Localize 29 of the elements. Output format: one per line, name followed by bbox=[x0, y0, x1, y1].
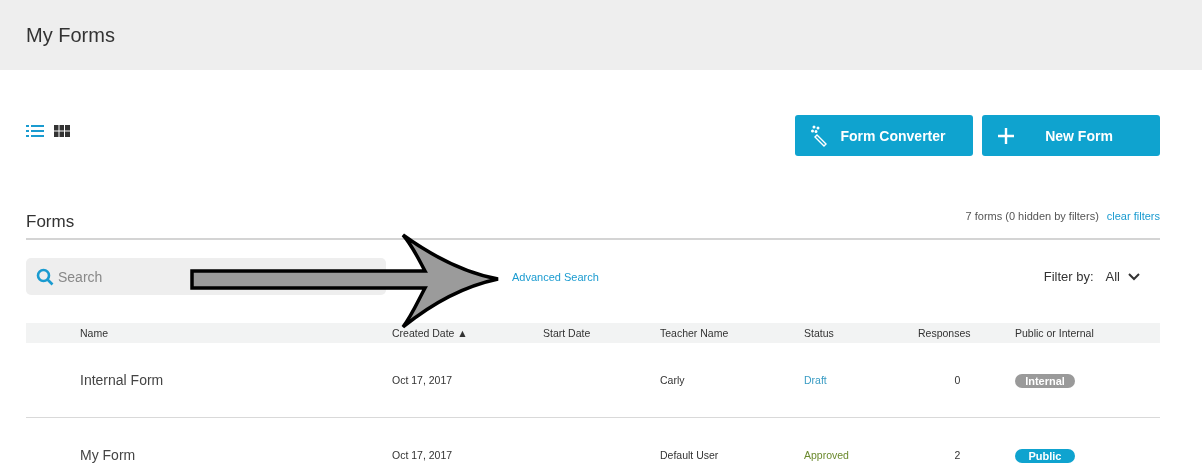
grid-view-icon[interactable] bbox=[54, 125, 70, 137]
table-cell-text: Carly bbox=[660, 374, 686, 386]
table-cell-text: Oct 17, 2017 bbox=[392, 374, 454, 386]
filter-dropdown[interactable]: All bbox=[1105, 269, 1140, 284]
plus-icon bbox=[998, 127, 1014, 144]
column-header[interactable]: Created Date ▲ bbox=[392, 327, 543, 339]
column-header: Teacher Name bbox=[660, 327, 730, 339]
status-text: Draft bbox=[804, 374, 828, 386]
filter-label: Filter by: bbox=[1043, 269, 1094, 284]
chevron-down-icon bbox=[1128, 272, 1140, 281]
table-cell-text: 2 bbox=[953, 449, 962, 461]
page-title: My Forms bbox=[26, 23, 115, 47]
form-name[interactable]: Internal Form bbox=[26, 372, 392, 388]
column-header: Public or Internal bbox=[1015, 327, 1095, 339]
column-header: Status bbox=[804, 327, 835, 339]
list-view-icon[interactable] bbox=[26, 124, 44, 138]
visibility-badge: Internal bbox=[1015, 374, 1075, 388]
visibility-badge: Public bbox=[1015, 449, 1075, 463]
status-text: Approved bbox=[804, 449, 850, 461]
column-header: Start Date bbox=[543, 327, 592, 339]
section-title: Forms bbox=[26, 212, 75, 232]
table-cell-text: Default User bbox=[660, 449, 720, 461]
form-count: 7 forms (0 hidden by filters) bbox=[965, 210, 1099, 222]
column-header: Responses bbox=[917, 327, 972, 339]
column-header: Name bbox=[79, 327, 109, 339]
table-cell-text: 0 bbox=[953, 374, 962, 386]
table-cell-text: Oct 17, 2017 bbox=[392, 449, 454, 461]
form-name[interactable]: My Form bbox=[26, 447, 392, 463]
magic-wand-icon bbox=[811, 124, 829, 147]
